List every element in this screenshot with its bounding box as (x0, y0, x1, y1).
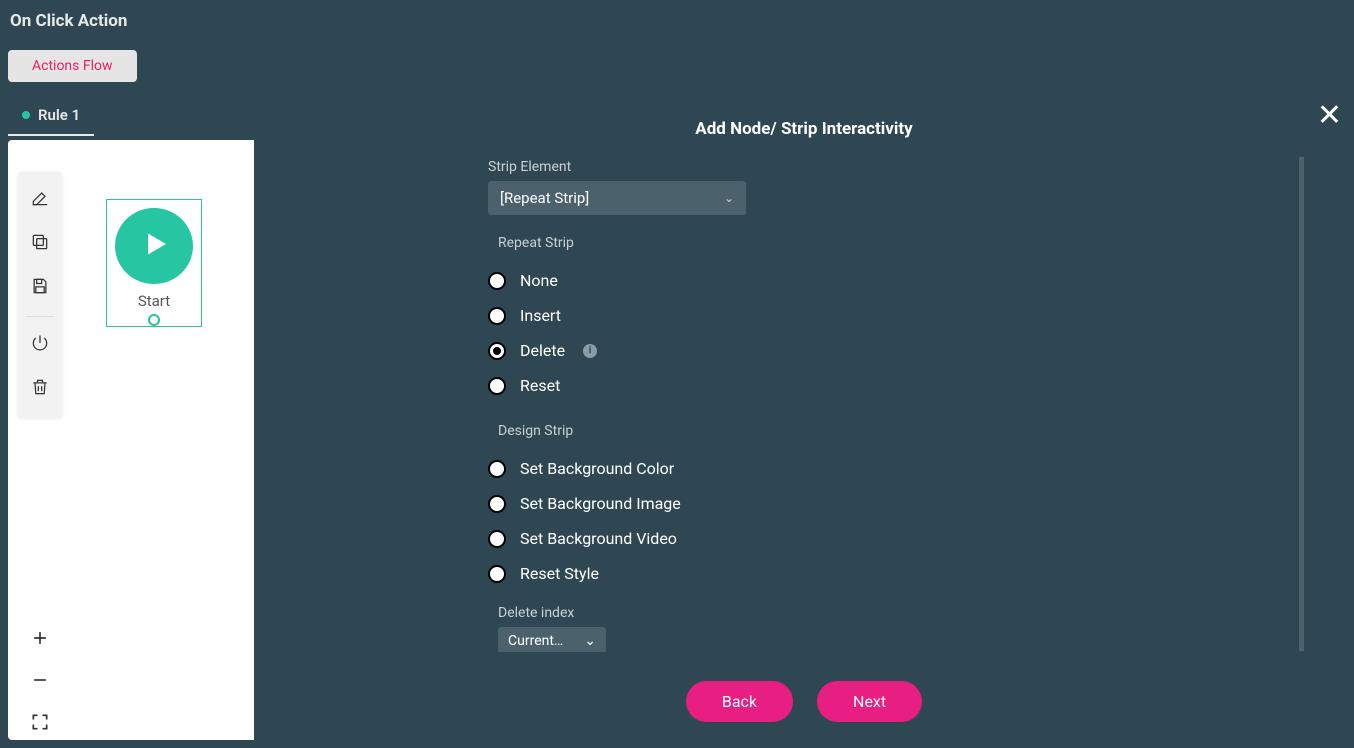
copy-icon (30, 232, 50, 256)
radio-reset[interactable]: Reset (488, 368, 1304, 403)
repeat-strip-section-label: Repeat Strip (498, 235, 1304, 251)
zoom-out-button[interactable] (20, 662, 60, 702)
start-node[interactable]: Start (106, 199, 202, 327)
save-icon (30, 276, 50, 300)
close-icon: ✕ (1317, 98, 1342, 133)
strip-interactivity-modal: ✕ Add Node/ Strip Interactivity Strip El… (254, 91, 1354, 748)
radio-delete[interactable]: Delete i (488, 333, 1304, 368)
strip-element-value: [Repeat Strip] (500, 189, 589, 207)
trash-icon (30, 377, 50, 401)
strip-element-select[interactable]: [Repeat Strip] ⌄ (488, 181, 746, 215)
start-node-circle (115, 208, 193, 284)
flow-toolbar (18, 172, 62, 417)
radio-set-bg-image[interactable]: Set Background Image (488, 486, 1304, 521)
rule-tab-1[interactable]: Rule 1 (8, 96, 94, 136)
modal-close-button[interactable]: ✕ (1317, 101, 1342, 131)
modal-body: Strip Element [Repeat Strip] ⌄ Repeat St… (254, 151, 1354, 748)
chevron-down-icon: ⌄ (584, 633, 596, 649)
pencil-icon (30, 188, 50, 212)
radio-set-bg-video[interactable]: Set Background Video (488, 521, 1304, 556)
start-node-label: Start (138, 292, 170, 310)
radio-icon (488, 565, 506, 583)
radio-icon (488, 272, 506, 290)
play-icon (136, 226, 172, 266)
radio-icon (488, 342, 506, 360)
radio-icon (488, 460, 506, 478)
minus-icon (30, 670, 50, 694)
delete-index-select[interactable]: Current… ⌄ (498, 627, 606, 652)
radio-label: Delete (520, 341, 565, 360)
edit-button[interactable] (20, 180, 60, 220)
modal-scroll-area: Strip Element [Repeat Strip] ⌄ Repeat St… (488, 157, 1304, 652)
page-title: On Click Action (10, 11, 127, 31)
plus-icon (30, 628, 50, 652)
modal-title: Add Node/ Strip Interactivity (254, 91, 1354, 151)
radio-none[interactable]: None (488, 263, 1304, 298)
rule-active-indicator (22, 111, 30, 119)
next-button[interactable]: Next (817, 681, 922, 722)
info-icon[interactable]: i (583, 344, 597, 358)
zoom-toolbar (18, 620, 62, 744)
radio-label: Reset Style (520, 564, 599, 583)
radio-label: None (520, 271, 558, 290)
radio-label: Set Background Image (520, 494, 681, 513)
delete-index-label: Delete index (498, 605, 1304, 621)
radio-icon (488, 495, 506, 513)
radio-label: Set Background Video (520, 529, 677, 548)
radio-reset-style[interactable]: Reset Style (488, 556, 1304, 591)
strip-element-label: Strip Element (488, 159, 1304, 175)
radio-label: Insert (520, 306, 561, 325)
delete-index-value: Current… (508, 633, 563, 649)
toolbar-separator (26, 316, 54, 317)
fullscreen-icon (30, 712, 50, 736)
power-button[interactable] (20, 325, 60, 365)
design-strip-section-label: Design Strip (498, 423, 1304, 439)
radio-label: Set Background Color (520, 459, 674, 478)
zoom-in-button[interactable] (20, 620, 60, 660)
tabs-bar: Actions Flow (0, 42, 1354, 92)
save-button[interactable] (20, 268, 60, 308)
page-header: On Click Action (0, 0, 1354, 42)
modal-footer: Back Next (254, 681, 1354, 734)
radio-insert[interactable]: Insert (488, 298, 1304, 333)
start-node-connector[interactable] (148, 314, 160, 326)
rule-tab-label: Rule 1 (38, 106, 80, 124)
delete-button[interactable] (20, 369, 60, 409)
radio-icon (488, 530, 506, 548)
radio-icon (488, 377, 506, 395)
fullscreen-button[interactable] (20, 704, 60, 744)
back-button[interactable]: Back (686, 681, 793, 722)
copy-button[interactable] (20, 224, 60, 264)
chevron-down-icon: ⌄ (724, 191, 734, 205)
power-icon (30, 333, 50, 357)
radio-set-bg-color[interactable]: Set Background Color (488, 451, 1304, 486)
radio-label: Reset (520, 376, 560, 395)
radio-icon (488, 307, 506, 325)
tab-actions-flow[interactable]: Actions Flow (8, 50, 137, 82)
